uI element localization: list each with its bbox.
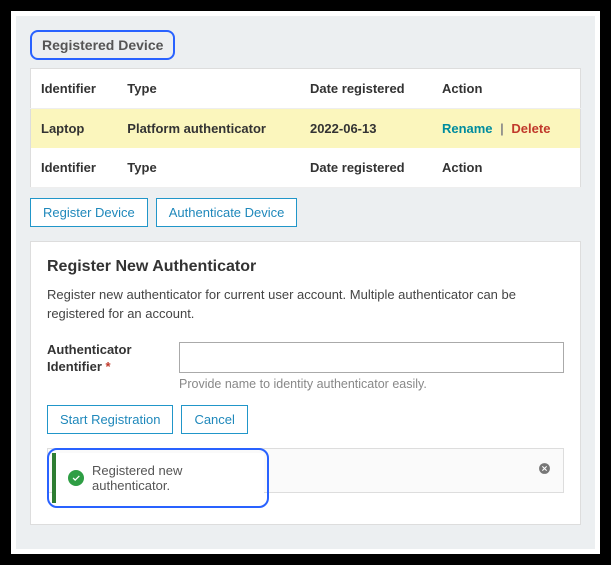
check-circle-icon xyxy=(68,470,84,486)
action-separator: | xyxy=(500,121,504,136)
identifier-form-row: Authenticator Identifier * Provide name … xyxy=(47,342,564,391)
identifier-label-text: Authenticator Identifier xyxy=(47,342,132,374)
col-type: Type xyxy=(117,69,300,109)
register-device-button[interactable]: Register Device xyxy=(30,198,148,227)
device-buttons: Register Device Authenticate Device xyxy=(30,198,581,227)
identifier-field-wrap: Provide name to identity authenticator e… xyxy=(179,342,564,391)
fcol-date: Date registered xyxy=(300,148,432,188)
cell-identifier: Laptop xyxy=(31,109,118,149)
register-panel: Register New Authenticator Register new … xyxy=(30,241,581,525)
fcol-action: Action xyxy=(432,148,581,188)
table-footer-row: Identifier Type Date registered Action xyxy=(31,148,581,188)
identifier-input[interactable] xyxy=(179,342,564,373)
table-row: Laptop Platform authenticator 2022-06-13… xyxy=(31,109,581,149)
delete-link[interactable]: Delete xyxy=(511,121,550,136)
alert-message: Registered new authenticator. xyxy=(92,463,252,493)
fcol-type: Type xyxy=(117,148,300,188)
col-action: Action xyxy=(432,69,581,109)
identifier-label: Authenticator Identifier * xyxy=(47,342,167,376)
start-registration-button[interactable]: Start Registration xyxy=(47,405,173,434)
rename-link[interactable]: Rename xyxy=(442,121,493,136)
panel-buttons: Start Registration Cancel xyxy=(47,405,564,434)
col-date: Date registered xyxy=(300,69,432,109)
alert-highlight: Registered new authenticator. xyxy=(47,448,269,508)
fcol-identifier: Identifier xyxy=(31,148,118,188)
identifier-hint: Provide name to identity authenticator e… xyxy=(179,377,564,391)
devices-table: Identifier Type Date registered Action L… xyxy=(30,68,581,188)
cell-date: 2022-06-13 xyxy=(300,109,432,149)
close-icon[interactable] xyxy=(538,462,551,478)
panel-title: Register New Authenticator xyxy=(47,258,564,276)
cell-type: Platform authenticator xyxy=(117,109,300,149)
required-marker: * xyxy=(106,359,111,374)
section-title: Registered Device xyxy=(30,30,175,60)
cell-action: Rename | Delete xyxy=(432,109,581,149)
col-identifier: Identifier xyxy=(31,69,118,109)
cancel-button[interactable]: Cancel xyxy=(181,405,247,434)
table-header-row: Identifier Type Date registered Action xyxy=(31,69,581,109)
success-alert: Registered new authenticator. xyxy=(52,453,264,503)
panel-description: Register new authenticator for current u… xyxy=(47,286,564,324)
authenticate-device-button[interactable]: Authenticate Device xyxy=(156,198,298,227)
